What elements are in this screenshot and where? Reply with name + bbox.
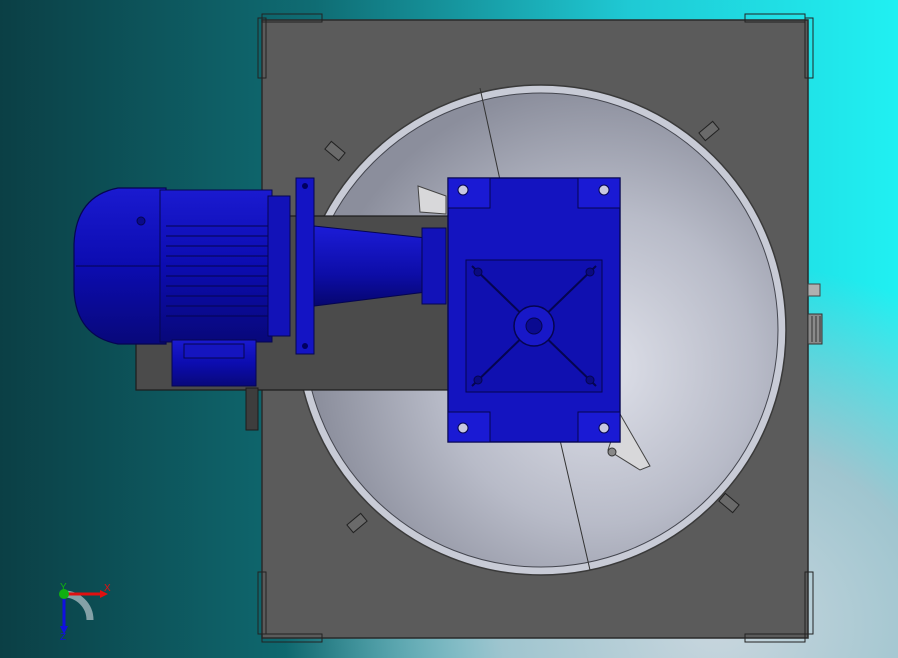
side-fitting-nipple	[807, 283, 821, 297]
gearbox-bolt	[598, 184, 610, 196]
gearbox-bolt	[598, 422, 610, 434]
x-axis-label: X	[104, 583, 111, 594]
gearbox-bolt	[585, 267, 595, 277]
orientation-triad[interactable]: X Y Z	[59, 582, 111, 643]
gearbox[interactable]	[447, 177, 621, 443]
3d-viewport[interactable]: X Y Z	[0, 0, 898, 658]
gearbox-bolt	[457, 422, 469, 434]
z-axis-label: Z	[60, 632, 66, 643]
gearbox-bolt	[473, 375, 483, 385]
side-fitting-gear	[807, 313, 823, 345]
motor-flange	[295, 177, 315, 355]
coupling-shaft	[313, 225, 447, 307]
y-axis-label: Y	[60, 582, 67, 593]
gearbox-bolt	[585, 375, 595, 385]
gearbox-bolt	[473, 267, 483, 277]
gearbox-bolt	[457, 184, 469, 196]
cad-model-svg[interactable]: X Y Z	[0, 0, 898, 658]
